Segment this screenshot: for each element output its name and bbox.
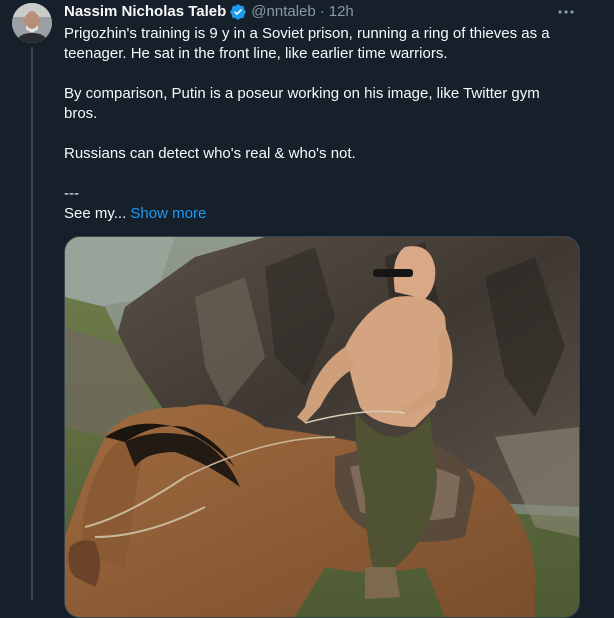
author-avatar[interactable] [12, 3, 52, 43]
thread-line [31, 47, 33, 600]
tweet-timestamp[interactable]: 12h [329, 2, 354, 22]
tweet-paragraph-3: Russians can detect who's real & who's n… [64, 145, 356, 162]
see-my-text: See my... [64, 205, 127, 222]
tweet-header: Nassim Nicholas Taleb @nntaleb · 12h [64, 2, 354, 22]
tweet-paragraph-1: Prigozhin's training is 9 y in a Soviet … [64, 25, 550, 62]
header-separator: · [319, 3, 325, 20]
author-handle[interactable]: @nntaleb [251, 2, 315, 22]
more-options-icon[interactable] [556, 4, 576, 20]
author-name[interactable]: Nassim Nicholas Taleb [64, 2, 226, 22]
tweet-separator-line: --- [64, 185, 79, 202]
show-more-link[interactable]: Show more [130, 205, 206, 222]
tweet-truncated-line: See my... Show more [64, 204, 569, 224]
tweet-media-image[interactable] [64, 236, 580, 618]
tweet-text: Prigozhin's training is 9 y in a Soviet … [64, 24, 569, 224]
tweet[interactable]: Nassim Nicholas Taleb @nntaleb · 12h Pri… [0, 0, 614, 618]
avatar-image [12, 3, 52, 43]
tweet-paragraph-2: By comparison, Putin is a poseur working… [64, 85, 540, 122]
verified-badge-icon[interactable] [229, 3, 247, 21]
photo-horse-rider [65, 237, 579, 617]
